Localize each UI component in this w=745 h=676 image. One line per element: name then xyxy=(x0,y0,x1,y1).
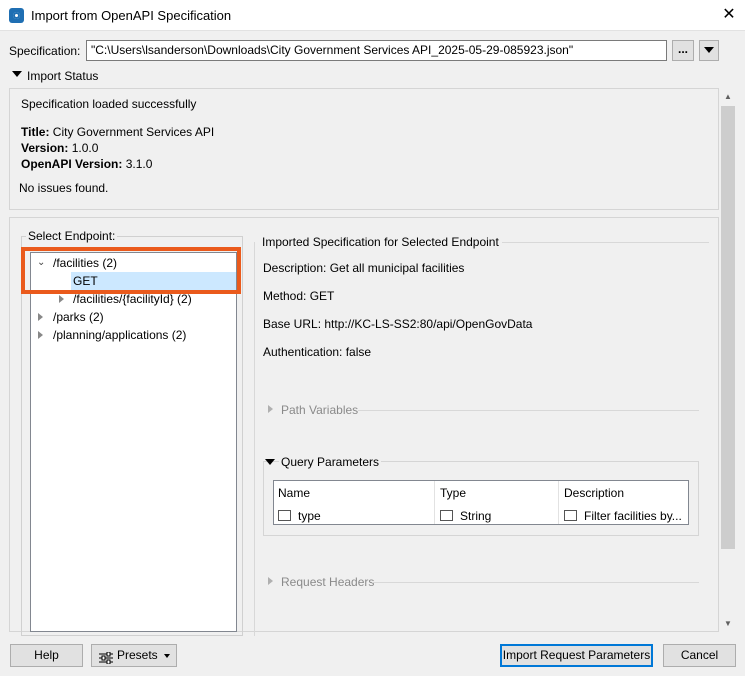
app-icon xyxy=(9,8,24,23)
tree-item-label: /parks (2) xyxy=(53,310,104,324)
spec-title-label: Title: xyxy=(21,125,50,139)
cancel-button[interactable]: Cancel xyxy=(663,644,736,667)
import-request-parameters-button[interactable]: Import Request Parameters xyxy=(500,644,653,667)
path-variables-header[interactable]: Path Variables xyxy=(281,403,358,417)
presets-button[interactable]: Presets xyxy=(91,644,177,667)
tree-item-label: /planning/applications (2) xyxy=(53,328,187,342)
collapsed-chevron-icon[interactable] xyxy=(38,313,43,321)
checkbox-icon[interactable] xyxy=(278,510,291,521)
checkbox-icon[interactable] xyxy=(564,510,577,521)
query-parameters-header[interactable]: Query Parameters xyxy=(279,455,382,469)
path-variables-divider xyxy=(358,410,699,411)
spec-version-value: 1.0.0 xyxy=(71,141,99,155)
param-type: String xyxy=(460,509,492,523)
endpoint-description: Description: Get all municipal facilitie… xyxy=(263,261,465,275)
column-header-name[interactable]: Name xyxy=(278,486,310,500)
presets-label: Presets xyxy=(117,648,158,662)
openapi-version-row: OpenAPI Version: 3.1.0 xyxy=(21,157,152,171)
endpoint-tree[interactable]: ⌄ /facilities (2) GET /facilities/{facil… xyxy=(30,252,237,632)
select-endpoint-legend: Select Endpoint: xyxy=(26,229,118,243)
request-headers-expand-icon[interactable] xyxy=(268,577,273,585)
details-left-border xyxy=(254,242,255,636)
scroll-up-icon[interactable]: ▲ xyxy=(724,92,732,101)
details-header: Imported Specification for Selected Endp… xyxy=(262,235,499,249)
endpoint-method: Method: GET xyxy=(263,289,335,303)
scrollbar-thumb[interactable] xyxy=(721,106,735,549)
path-variables-expand-icon[interactable] xyxy=(268,405,273,413)
spec-title-value: City Government Services API xyxy=(52,125,215,139)
openapi-version-label: OpenAPI Version: xyxy=(21,157,123,171)
spec-title-row: Title: City Government Services API xyxy=(21,125,214,139)
param-description: Filter facilities by... xyxy=(584,509,682,523)
spec-version-label: Version: xyxy=(21,141,69,155)
dropdown-arrow-icon xyxy=(164,654,170,658)
collapsed-chevron-icon[interactable] xyxy=(38,331,43,339)
query-parameters-table[interactable]: Name Type Description type String Filter… xyxy=(273,480,689,525)
column-header-type[interactable]: Type xyxy=(440,486,466,500)
table-row-name-cell[interactable]: type xyxy=(278,509,321,523)
collapsed-chevron-icon[interactable] xyxy=(59,295,64,303)
sliders-icon xyxy=(99,650,113,665)
browse-button[interactable]: ... xyxy=(672,40,694,61)
details-header-divider xyxy=(502,242,709,243)
specification-path-input[interactable]: "C:\Users\lsanderson\Downloads\City Gove… xyxy=(86,40,667,61)
openapi-version-value: 3.1.0 xyxy=(125,157,153,171)
status-message: Specification loaded successfully xyxy=(21,97,197,111)
endpoint-authentication: Authentication: false xyxy=(263,345,372,359)
import-status-header: Import Status xyxy=(27,69,99,83)
request-headers-header[interactable]: Request Headers xyxy=(281,575,374,589)
scroll-down-icon[interactable]: ▼ xyxy=(724,619,732,628)
tree-item-planning-applications[interactable]: /planning/applications (2) xyxy=(31,326,236,344)
help-button[interactable]: Help xyxy=(10,644,83,667)
issues-text: No issues found. xyxy=(19,181,109,195)
tree-item-parks[interactable]: /parks (2) xyxy=(31,308,236,326)
endpoint-base-url: Base URL: http://KC-LS-SS2:80/api/OpenGo… xyxy=(263,317,533,331)
specification-label: Specification: xyxy=(9,44,81,58)
spec-version-row: Version: 1.0.0 xyxy=(21,141,98,155)
highlight-annotation-box xyxy=(21,247,241,294)
close-icon[interactable]: ✕ xyxy=(718,4,740,26)
window-title: Import from OpenAPI Specification xyxy=(31,8,232,23)
collapse-triangle-icon xyxy=(12,71,22,77)
table-row-description-cell[interactable]: Filter facilities by... xyxy=(564,509,682,523)
specification-dropdown-button[interactable] xyxy=(699,40,719,61)
table-row-type-cell[interactable]: String xyxy=(440,509,491,523)
param-name: type xyxy=(298,509,321,523)
column-header-description[interactable]: Description xyxy=(564,486,624,500)
request-headers-divider xyxy=(372,582,699,583)
chevron-down-icon xyxy=(704,47,714,53)
query-parameters-collapse-icon[interactable] xyxy=(265,459,275,465)
checkbox-icon[interactable] xyxy=(440,510,453,521)
import-status-toggle[interactable] xyxy=(12,71,22,77)
